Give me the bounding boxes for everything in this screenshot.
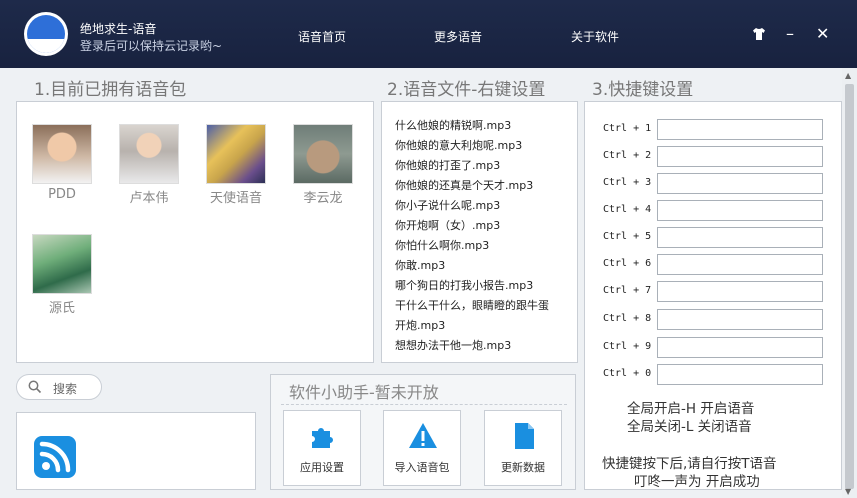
hotkey-input-8[interactable] [657,309,823,330]
scroll-down-icon[interactable]: ▼ [845,487,851,496]
login-hint[interactable]: 登录后可以保持云记录哟~ [80,37,222,54]
voice-packs-panel: PDD 卢本伟 天使语音 李云龙 源氏 [16,101,374,363]
pack-thumbnail [32,234,92,294]
hotkey-input-6[interactable] [657,254,823,275]
file-item[interactable]: 你怕什么啊你.mp3 [395,237,489,253]
files-section-title: 2.语音文件-右键设置 [387,80,546,100]
file-item[interactable]: 你他娘的还真是个天才.mp3 [395,177,533,193]
vertical-scrollbar[interactable]: ▲ ▼ [842,68,857,498]
hotkey-label: Ctrl + 3 [603,177,652,188]
hotkey-label: Ctrl + 0 [603,368,652,379]
pack-name: PDD [48,187,76,202]
helper-section-title: 软件小助手-暂未开放 [289,383,439,402]
hotkey-label: Ctrl + 5 [603,231,652,242]
minimize-button[interactable]: – [786,24,794,44]
document-icon [515,423,534,449]
title-bar: 绝地求生-语音 登录后可以保持云记录哟~ 语音首页 更多语音 关于软件 – ✕ [0,0,857,68]
hotkey-label: Ctrl + 9 [603,341,652,352]
button-label: 更新数据 [501,461,545,474]
helper-divider [281,404,567,405]
global-off-note: 全局关闭-L 关闭语音 [627,419,752,435]
file-item[interactable]: 你他娘的打歪了.mp3 [395,157,500,173]
hotkey-input-5[interactable] [657,227,823,248]
file-item[interactable]: 想想办法干他一炮.mp3 [395,337,511,353]
voice-pack-lubenwei[interactable]: 卢本伟 [118,124,180,206]
global-on-note: 全局开启-H 开启语音 [627,401,755,417]
search-placeholder: 搜索 [53,382,78,396]
scroll-up-icon[interactable]: ▲ [845,71,851,80]
shirt-icon [753,28,765,40]
hotkey-input-2[interactable] [657,146,823,167]
skin-button[interactable] [752,24,766,46]
hotkey-hint-note: 快捷键按下后,请自行按T语音 [602,456,777,472]
file-item[interactable]: 什么他娘的精锐啊.mp3 [395,117,511,133]
nav-voice-home[interactable]: 语音首页 [298,28,346,45]
scrollbar-thumb[interactable] [845,84,854,489]
pack-name: 李云龙 [303,191,343,206]
app-settings-button[interactable]: 应用设置 [283,410,361,486]
rss-icon[interactable] [34,436,76,478]
voice-pack-angel[interactable]: 天使语音 [205,124,267,206]
voice-pack-liyunlong[interactable]: 李云龙 [292,124,354,206]
pack-name: 源氏 [48,301,75,316]
hotkeys-section-title: 3.快捷键设置 [592,80,694,100]
hotkey-input-4[interactable] [657,200,823,221]
hotkey-input-1[interactable] [657,119,823,140]
hotkey-label: Ctrl + 2 [603,150,652,161]
file-item[interactable]: 你他娘的意大利炮呢.mp3 [395,137,522,153]
hotkey-input-9[interactable] [657,337,823,358]
nav-about[interactable]: 关于软件 [571,28,619,45]
button-label: 应用设置 [300,461,344,474]
pack-thumbnail [119,124,179,184]
voice-files-panel: 什么他娘的精锐啊.mp3 你他娘的意大利炮呢.mp3 你他娘的打歪了.mp3 你… [381,101,578,363]
hotkey-label: Ctrl + 1 [603,123,652,134]
success-hint-note: 叮咚一声为 开启成功 [634,474,760,490]
hotkey-input-7[interactable] [657,281,823,302]
file-item[interactable]: 哪个狗日的打我小报告.mp3 [395,277,533,293]
close-button[interactable]: ✕ [816,24,829,44]
search-input[interactable]: 搜索 [16,374,102,400]
nav-more-voices[interactable]: 更多语音 [434,28,482,45]
file-item[interactable]: 你敢.mp3 [395,257,445,273]
file-item[interactable]: 你小子说什么呢.mp3 [395,197,500,213]
hotkey-label: Ctrl + 8 [603,313,652,324]
hotkey-label: Ctrl + 6 [603,258,652,269]
hotkey-input-0[interactable] [657,364,823,385]
button-label: 导入语音包 [394,461,450,474]
voice-pack-genji[interactable]: 源氏 [31,234,93,316]
feed-panel [16,412,256,490]
packs-section-title: 1.目前已拥有语音包 [34,80,187,100]
pack-name: 天使语音 [209,191,262,206]
file-item[interactable]: 开炮.mp3 [395,317,445,333]
file-item[interactable]: 干什么干什么，眼睛瞪的跟牛蛋 [395,297,549,313]
pack-thumbnail [293,124,353,184]
hotkey-input-3[interactable] [657,173,823,194]
search-icon [28,380,42,394]
app-title: 绝地求生-语音 [80,22,157,36]
hotkey-label: Ctrl + 4 [603,204,652,215]
voice-pack-pdd[interactable]: PDD [31,124,93,202]
hotkey-label: Ctrl + 7 [603,285,652,296]
import-voice-pack-button[interactable]: 导入语音包 [383,410,461,486]
update-data-button[interactable]: 更新数据 [484,410,562,486]
file-item[interactable]: 你开炮啊（女）.mp3 [395,217,500,233]
pack-name: 卢本伟 [129,191,169,206]
hotkeys-panel: Ctrl + 1 Ctrl + 2 Ctrl + 3 Ctrl + 4 Ctrl… [584,101,842,490]
pack-thumbnail [206,124,266,184]
puzzle-icon [312,428,333,448]
pack-thumbnail [32,124,92,184]
warning-icon [409,423,437,448]
app-logo [24,12,68,56]
